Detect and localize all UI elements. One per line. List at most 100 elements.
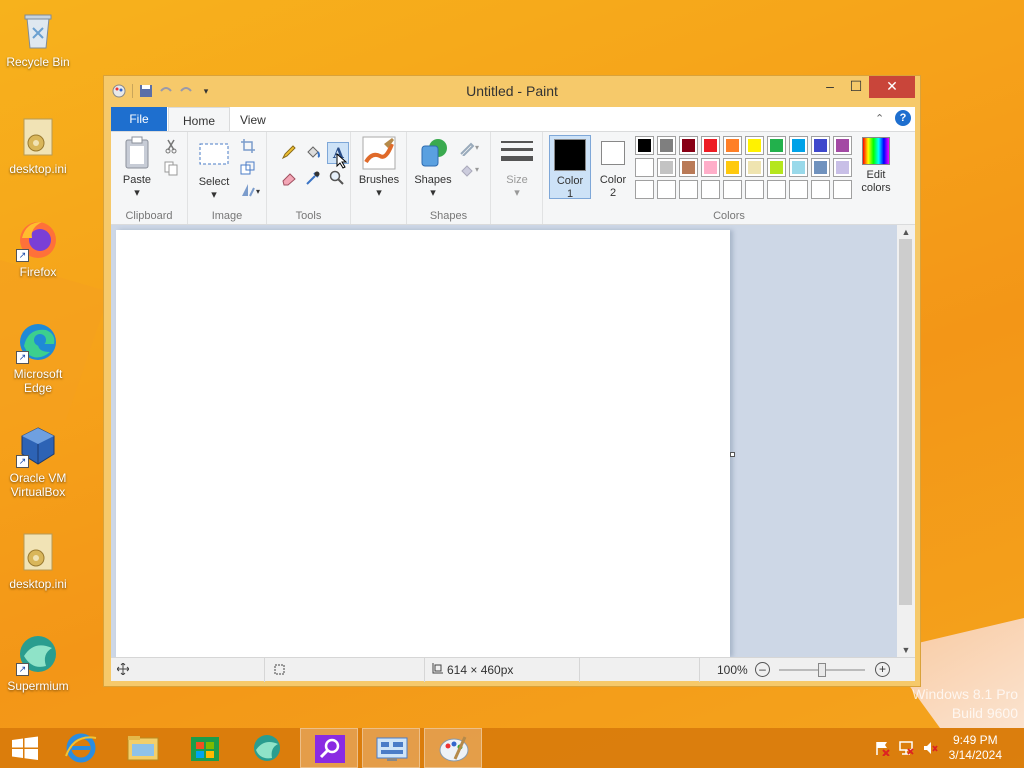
volume-muted-icon[interactable]: [922, 740, 938, 759]
canvas-resize-handle[interactable]: [730, 452, 735, 457]
palette-swatch[interactable]: [635, 136, 654, 155]
edit-colors-button[interactable]: Edit colors: [855, 137, 897, 195]
svg-text:▾: ▾: [256, 187, 260, 196]
taskbar-file-explorer[interactable]: [114, 728, 172, 768]
desktop-icon-firefox[interactable]: ↗ Firefox: [4, 218, 72, 279]
palette-swatch[interactable]: [833, 136, 852, 155]
store-icon: [191, 737, 219, 761]
palette-swatch[interactable]: [635, 158, 654, 177]
cut-icon[interactable]: [163, 138, 179, 154]
zoom-out-button[interactable]: –: [755, 662, 770, 677]
vertical-scrollbar[interactable]: ▲ ▼: [897, 225, 915, 657]
taskbar-store[interactable]: [176, 728, 234, 768]
palette-swatch[interactable]: [789, 136, 808, 155]
pencil-icon[interactable]: [281, 144, 297, 160]
brushes-label: Brushes: [358, 174, 400, 186]
taskbar-internet-explorer[interactable]: [52, 728, 110, 768]
outline-icon[interactable]: ▾: [459, 140, 483, 157]
start-button[interactable]: [0, 728, 50, 768]
palette-swatch[interactable]: [657, 158, 676, 177]
palette-swatch[interactable]: [723, 136, 742, 155]
select-icon: [199, 143, 229, 165]
palette-swatch[interactable]: [745, 180, 764, 199]
taskbar-search[interactable]: [300, 728, 358, 768]
scroll-up-icon[interactable]: ▲: [897, 225, 915, 239]
taskbar-remote-desktop[interactable]: [362, 728, 420, 768]
desktop-icon-desktop-ini[interactable]: desktop.ini: [4, 115, 72, 176]
clock-time: 9:49 PM: [952, 733, 998, 747]
brushes-button[interactable]: Brushes ▾: [357, 136, 401, 200]
size-button[interactable]: Size ▾: [499, 138, 535, 200]
action-center-icon[interactable]: [874, 740, 890, 759]
palette-swatch[interactable]: [679, 136, 698, 155]
color-picker-icon[interactable]: [305, 170, 321, 186]
color2-button[interactable]: Color 2: [593, 135, 633, 200]
palette-swatch[interactable]: [767, 158, 786, 177]
drawing-canvas[interactable]: [116, 230, 730, 657]
desktop-icon-virtualbox[interactable]: ↗ Oracle VM VirtualBox: [4, 424, 72, 499]
shapes-button[interactable]: Shapes ▾: [411, 136, 455, 200]
desktop-icon-supermium[interactable]: ↗ Supermium: [4, 632, 72, 693]
rotate-icon[interactable]: ▾: [240, 182, 262, 198]
resize-icon[interactable]: [240, 160, 256, 176]
fill-icon[interactable]: ▾: [459, 162, 483, 178]
palette-swatch[interactable]: [657, 180, 676, 199]
paste-icon: [125, 136, 149, 169]
palette-swatch[interactable]: [745, 158, 764, 177]
scroll-down-icon[interactable]: ▼: [897, 643, 915, 657]
palette-swatch[interactable]: [701, 158, 720, 177]
close-button[interactable]: ✕: [869, 76, 915, 98]
brush-icon: [362, 136, 396, 170]
palette-swatch[interactable]: [679, 180, 698, 199]
palette-swatch[interactable]: [723, 180, 742, 199]
color1-button[interactable]: Color 1: [549, 135, 591, 200]
help-button[interactable]: ?: [895, 110, 911, 126]
shortcut-arrow-icon: ↗: [16, 455, 29, 468]
palette-swatch[interactable]: [811, 180, 830, 199]
palette-swatch[interactable]: [811, 158, 830, 177]
palette-swatch[interactable]: [789, 158, 808, 177]
palette-swatch[interactable]: [635, 180, 654, 199]
collapse-ribbon-icon[interactable]: ⌃: [875, 112, 884, 125]
zoom-slider-thumb[interactable]: [818, 663, 826, 677]
taskbar-supermium[interactable]: [238, 728, 296, 768]
palette-swatch[interactable]: [833, 158, 852, 177]
copy-icon[interactable]: [163, 160, 179, 176]
title-bar[interactable]: ▾ Untitled - Paint – ☐ ✕: [104, 76, 920, 106]
tab-view[interactable]: View: [226, 107, 280, 131]
paste-button[interactable]: Paste ▾: [117, 136, 157, 200]
desktop-icon-desktop-ini[interactable]: desktop.ini: [4, 530, 72, 591]
file-menu-button[interactable]: File: [111, 107, 167, 131]
palette-swatch[interactable]: [679, 158, 698, 177]
desktop-icon-edge[interactable]: ↗ Microsoft Edge: [4, 320, 72, 395]
palette-swatch[interactable]: [723, 158, 742, 177]
select-button[interactable]: Select ▾: [194, 140, 234, 202]
fill-bucket-icon[interactable]: [305, 144, 321, 160]
palette-swatch[interactable]: [701, 136, 720, 155]
scrollbar-thumb[interactable]: [899, 239, 912, 605]
system-clock[interactable]: 9:49 PM 3/14/2024: [949, 733, 1002, 763]
palette-swatch[interactable]: [811, 136, 830, 155]
dropdown-arrow-icon: ▾: [134, 187, 140, 199]
maximize-button[interactable]: ☐: [841, 76, 871, 98]
edge-icon: ↗: [16, 320, 60, 364]
palette-swatch[interactable]: [767, 136, 786, 155]
palette-swatch[interactable]: [833, 180, 852, 199]
desktop-icon-recycle-bin[interactable]: Recycle Bin: [4, 8, 72, 69]
network-icon[interactable]: [898, 740, 914, 759]
paint-window: ▾ Untitled - Paint – ☐ ✕ File Home View …: [103, 75, 921, 687]
palette-swatch[interactable]: [745, 136, 764, 155]
taskbar-paint[interactable]: [424, 728, 482, 768]
eraser-icon[interactable]: [281, 170, 297, 186]
palette-swatch[interactable]: [701, 180, 720, 199]
tab-home[interactable]: Home: [168, 107, 231, 131]
dropdown-arrow-icon: ▾: [514, 187, 520, 199]
palette-swatch[interactable]: [789, 180, 808, 199]
crop-icon[interactable]: [240, 138, 256, 154]
magnifier-icon[interactable]: [329, 170, 345, 186]
palette-swatch[interactable]: [657, 136, 676, 155]
desktop-icon-label: Firefox: [19, 265, 57, 279]
zoom-in-button[interactable]: +: [875, 662, 890, 677]
palette-swatch[interactable]: [767, 180, 786, 199]
shapes-group-label: Shapes: [429, 210, 468, 222]
